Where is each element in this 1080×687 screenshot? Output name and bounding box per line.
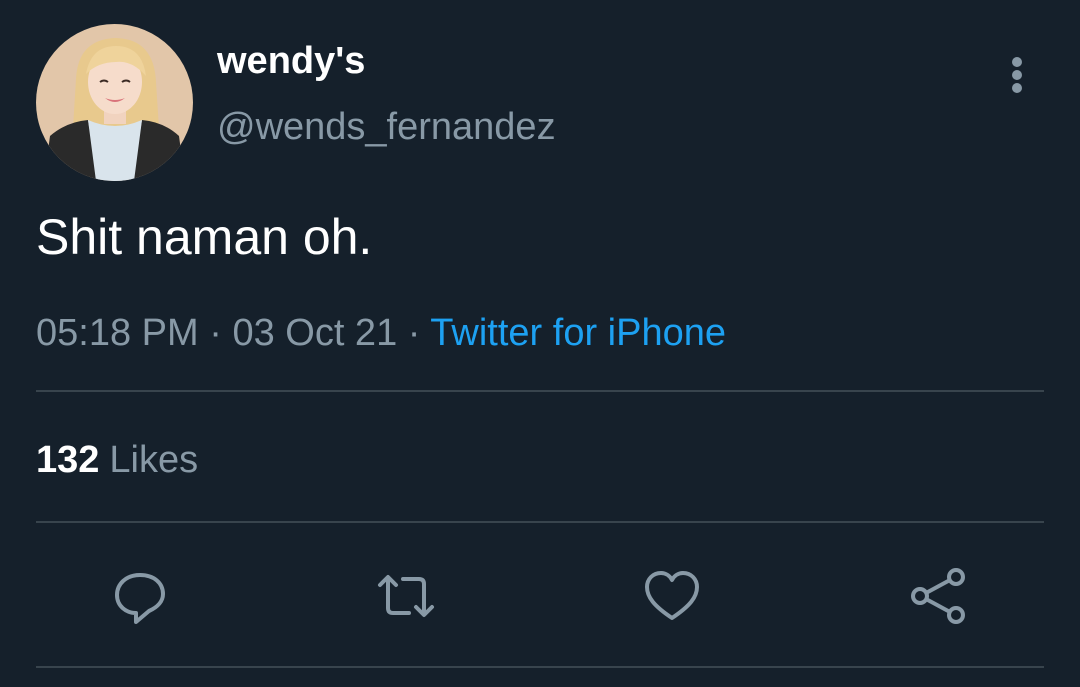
tweet-text: Shit naman oh.	[36, 209, 373, 265]
tweet-meta: 05:18 PM · 03 Oct 21 · Twitter for iPhon…	[36, 309, 726, 357]
reply-icon	[115, 573, 165, 624]
user-handle[interactable]: @wends_fernandez	[217, 104, 556, 150]
tweet-detail: wendy's @wends_fernandez Shit naman oh. …	[0, 0, 1080, 687]
reply-button[interactable]	[110, 566, 170, 626]
tweet-time: 05:18 PM	[36, 312, 199, 354]
meta-separator: ·	[407, 312, 421, 354]
tweet-date: 03 Oct 21	[232, 312, 398, 354]
share-icon	[911, 568, 965, 624]
avatar[interactable]	[36, 24, 193, 181]
likes-count: 132	[36, 439, 100, 481]
like-button[interactable]	[642, 566, 702, 626]
display-name[interactable]: wendy's	[217, 38, 365, 84]
divider	[36, 521, 1044, 523]
divider	[36, 390, 1044, 392]
more-vertical-icon	[1012, 57, 1022, 93]
divider	[36, 666, 1044, 668]
more-options-button[interactable]	[997, 52, 1037, 98]
heart-icon	[645, 571, 699, 620]
retweet-icon	[378, 575, 434, 617]
tweet-source-link[interactable]: Twitter for iPhone	[430, 312, 726, 354]
likes-label: Likes	[109, 439, 199, 481]
retweet-button[interactable]	[376, 566, 436, 626]
share-button[interactable]	[908, 566, 968, 626]
likes-stat[interactable]: 132 Likes	[36, 437, 198, 483]
meta-separator: ·	[209, 312, 222, 354]
